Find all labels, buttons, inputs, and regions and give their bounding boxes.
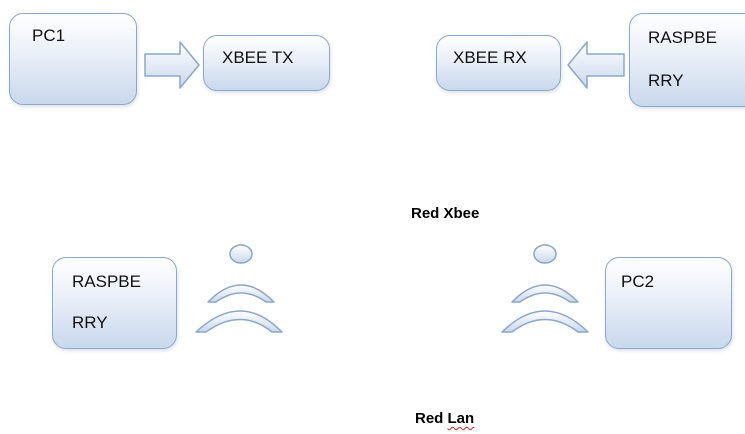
- pc1-label: PC1: [32, 26, 66, 45]
- raspberry-lan-node: RASPBE RRY: [52, 257, 177, 349]
- raspberry-lan-label-line1: RASPBE: [72, 272, 141, 291]
- network-diagram: PC1 XBEE TX XBEE RX RASPBE RRY Red Xbee: [0, 0, 745, 434]
- xbee-tx-node: XBEE TX: [203, 35, 330, 91]
- lan-caption-word: Lan: [447, 410, 475, 427]
- xbee-rx-label: XBEE RX: [453, 48, 527, 67]
- raspberry-rx-label-line1: RASPBE: [648, 28, 717, 47]
- left-arrow-icon: [567, 41, 625, 89]
- pc2-node: PC2: [605, 257, 732, 349]
- pc1-node: PC1: [9, 13, 137, 105]
- wireless-signal-icon: [501, 244, 589, 333]
- lan-network-caption: Red Lan: [415, 410, 474, 427]
- raspberry-lan-label-line2: RRY: [72, 313, 108, 332]
- xbee-caption-prefix: Red: [411, 205, 444, 222]
- wireless-signal-icon: [195, 244, 283, 333]
- xbee-rx-node: XBEE RX: [436, 35, 561, 91]
- right-arrow-icon: [144, 41, 200, 89]
- xbee-tx-label: XBEE TX: [222, 48, 294, 67]
- lan-caption-prefix: Red: [415, 410, 448, 427]
- xbee-caption-word: Xbee: [443, 205, 480, 222]
- pc2-label: PC2: [621, 272, 655, 291]
- raspberry-rx-node: RASPBE RRY: [629, 13, 745, 107]
- raspberry-rx-label-line2: RRY: [648, 71, 684, 90]
- xbee-network-caption: Red Xbee: [411, 205, 479, 222]
